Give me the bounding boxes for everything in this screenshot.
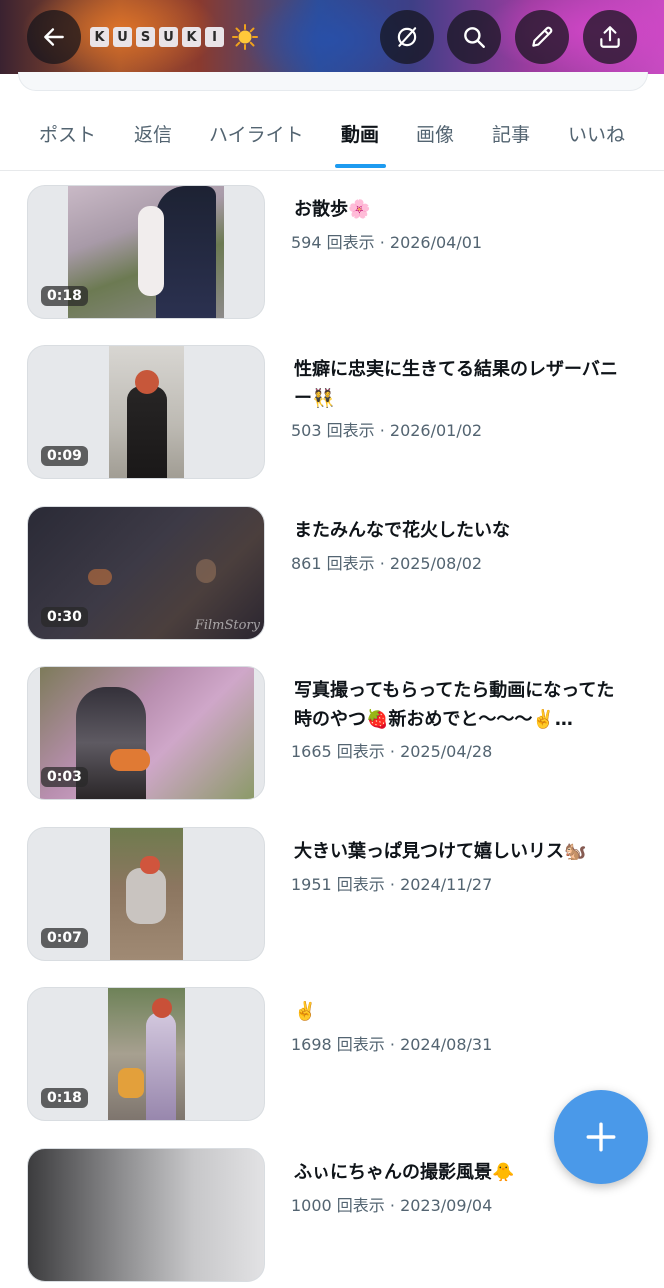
video-duration: 0:18 [41,1088,88,1108]
tab-images[interactable]: 画像 [416,120,454,147]
thumbnail-image [110,828,183,960]
video-thumbnail[interactable]: 0:18 [27,987,265,1121]
tab-highlights[interactable]: ハイライト [209,120,304,147]
thumbnail-image [109,346,184,478]
profile-header-banner: K U S U K I [0,0,664,74]
video-views-date: 503 回表示 · 2026/01/02 [291,421,483,440]
video-title[interactable]: またみんなで花火したいな [294,516,624,545]
tab-likes[interactable]: いいね [568,120,625,147]
plus-icon [586,1122,616,1152]
video-title[interactable]: ✌️ [294,997,624,1026]
video-watermark: FilmStory [194,618,260,633]
sun-icon [232,24,258,50]
back-button[interactable] [27,10,81,64]
brand-letter: I [205,27,224,47]
video-duration: 0:18 [41,286,88,306]
brand-letter: K [90,27,109,47]
video-duration: 0:30 [41,607,88,627]
video-thumbnail[interactable]: 0:18 [27,185,265,319]
video-list-item[interactable]: 0:03 写真撮ってもらってたら動画になってた時のやつ🍓新おめでと〜〜〜✌️… … [0,666,664,806]
profile-card-edge [18,72,648,91]
video-views-date: 1000 回表示 · 2023/09/04 [291,1196,493,1215]
video-list-item[interactable]: 0:18 お散歩🌸 594 回表示 · 2026/04/01 [0,185,664,325]
video-title[interactable]: お散歩🌸 [294,195,624,224]
compose-fab-button[interactable] [554,1090,648,1184]
video-duration: 0:03 [41,767,88,787]
video-views-date: 861 回表示 · 2025/08/02 [291,554,483,573]
grok-icon [397,27,417,47]
video-views-date: 1698 回表示 · 2024/08/31 [291,1035,493,1054]
video-views-date: 594 回表示 · 2026/04/01 [291,233,483,252]
grok-button[interactable] [380,10,434,64]
video-title[interactable]: 大きい葉っぱ見つけて嬉しいリス🐿️ [294,837,624,866]
video-duration: 0:09 [41,446,88,466]
tab-articles[interactable]: 記事 [492,120,530,147]
video-list-item[interactable]: ふぃにちゃんの撮影風景🐥 1000 回表示 · 2023/09/04 [0,1148,664,1288]
thumbnail-image [68,186,224,318]
edit-button[interactable] [515,10,569,64]
brand-letter: U [159,27,178,47]
video-title[interactable]: 性癖に忠実に生きてる結果のレザーバニー👯 [294,355,624,413]
active-tab-indicator [335,164,386,168]
thumbnail-image [108,988,185,1120]
brand-letter: K [182,27,201,47]
video-title[interactable]: 写真撮ってもらってたら動画になってた時のやつ🍓新おめでと〜〜〜✌️… [294,676,624,734]
video-views-date: 1665 回表示 · 2025/04/28 [291,742,493,761]
video-list-item[interactable]: FilmStory 0:30 またみんなで花火したいな 861 回表示 · 20… [0,506,664,646]
video-list-item[interactable]: 0:07 大きい葉っぱ見つけて嬉しいリス🐿️ 1951 回表示 · 2024/1… [0,827,664,967]
brand-letter: S [136,27,155,47]
brand-letter: U [113,27,132,47]
back-arrow-icon [44,28,64,46]
search-icon [464,27,485,48]
tab-videos[interactable]: 動画 [341,120,379,147]
video-views-date: 1951 回表示 · 2024/11/27 [291,875,493,894]
share-button[interactable] [583,10,637,64]
video-thumbnail[interactable]: 0:03 [27,666,265,800]
share-upload-icon [600,26,620,48]
profile-tab-bar: ポスト 返信 ハイライト 動画 画像 記事 いいね [0,100,664,171]
video-list-item[interactable]: 0:09 性癖に忠実に生きてる結果のレザーバニー👯 503 回表示 · 2026… [0,345,664,485]
video-thumbnail[interactable]: 0:09 [27,345,265,479]
video-thumbnail[interactable]: FilmStory 0:30 [27,506,265,640]
video-duration: 0:07 [41,928,88,948]
edit-pencil-icon [532,26,553,47]
video-thumbnail[interactable] [27,1148,265,1282]
tab-replies[interactable]: 返信 [134,120,172,147]
video-thumbnail[interactable]: 0:07 [27,827,265,961]
search-button[interactable] [447,10,501,64]
profile-display-name: K U S U K I [90,24,259,50]
tab-posts[interactable]: ポスト [39,120,96,147]
